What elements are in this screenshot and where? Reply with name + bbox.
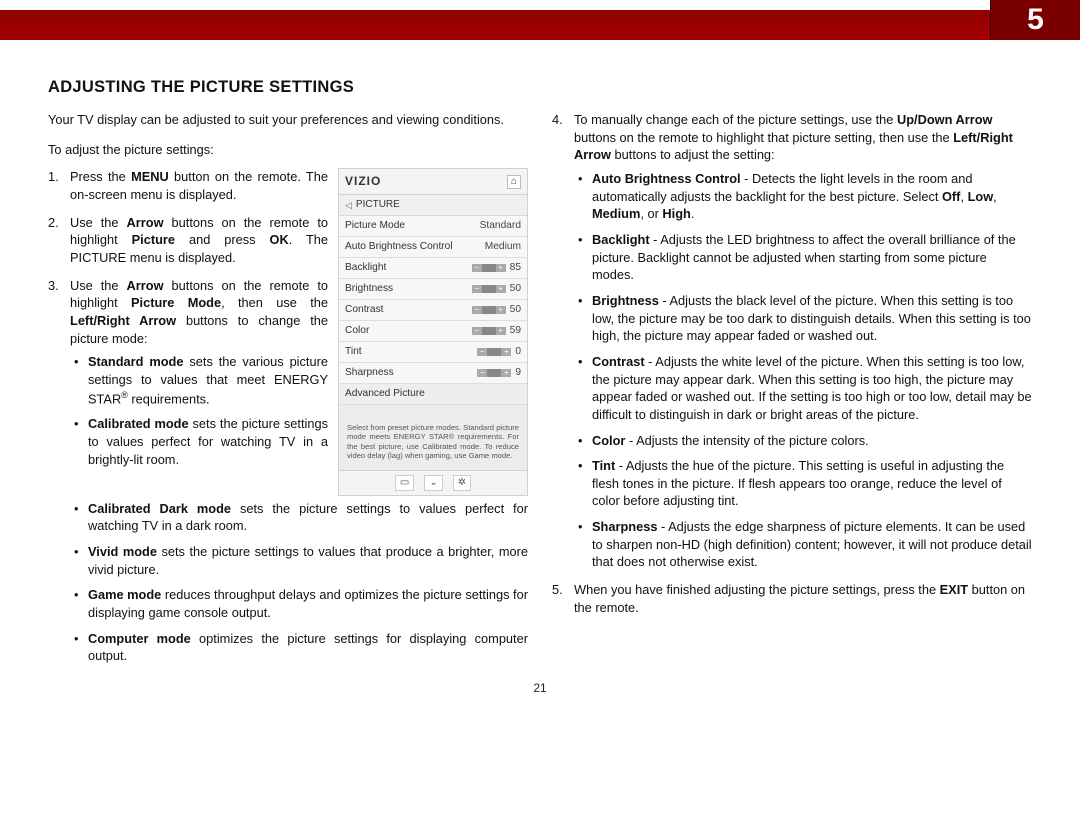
setting-sharpness: Sharpness - Adjusts the edge sharpness o… (574, 518, 1032, 571)
text: When you have finished adjusting the pic… (574, 582, 940, 597)
bold: Game mode (88, 587, 161, 602)
text: Use the (70, 278, 127, 293)
osd-footer-icon: ▭ (395, 475, 414, 491)
bold: Tint (592, 458, 615, 473)
text: , (993, 189, 997, 204)
left-ordered-steps: Press the MENU button on the remote. The… (48, 168, 528, 468)
right-column: To manually change each of the picture s… (552, 111, 1032, 673)
setting-color: Color - Adjusts the intensity of the pic… (574, 432, 1032, 450)
bold: EXIT (940, 582, 968, 597)
bold: MENU (131, 169, 169, 184)
text: - Adjusts the hue of the picture. This s… (592, 458, 1004, 508)
bold: Computer mode (88, 631, 191, 646)
setting-abc: Auto Brightness Control - Detects the li… (574, 170, 1032, 223)
setting-brightness: Brightness - Adjusts the black level of … (574, 292, 1032, 345)
bold: Off (942, 189, 960, 204)
text: buttons on the remote to highlight that … (574, 130, 953, 145)
osd-footer-icon: ✲ (453, 475, 471, 491)
text: - Adjusts the LED brightness to affect t… (592, 232, 1016, 282)
setting-contrast: Contrast - Adjusts the white level of th… (574, 353, 1032, 424)
bold: Vivid mode (88, 544, 157, 559)
bold: Low (968, 189, 994, 204)
step-3: Use the Arrow buttons on the remote to h… (48, 277, 528, 469)
mode-standard: Standard mode sets the various picture s… (70, 353, 528, 407)
mode-calibrated: Calibrated mode sets the picture setting… (70, 415, 528, 468)
left-column: Your TV display can be adjusted to suit … (48, 111, 528, 673)
header-red-bar (0, 10, 1080, 40)
step-1: Press the MENU button on the remote. The… (48, 168, 528, 203)
mode-calibrated-dark: Calibrated Dark mode sets the picture se… (70, 500, 528, 535)
setting-backlight: Backlight - Adjusts the LED brightness t… (574, 231, 1032, 284)
chapter-number-box: 5 (990, 0, 1080, 40)
text: Press the (70, 169, 131, 184)
right-ordered-steps: To manually change each of the picture s… (552, 111, 1032, 616)
bold: Brightness (592, 293, 659, 308)
text: - Adjusts the intensity of the picture c… (625, 433, 868, 448)
bold: Auto Brightness Control (592, 171, 741, 186)
text: . (691, 206, 695, 221)
osd-footer-icon: ⌄ (424, 475, 442, 491)
step-5: When you have finished adjusting the pic… (552, 581, 1032, 616)
picture-mode-list: Standard mode sets the various picture s… (70, 353, 528, 468)
intro-text: Your TV display can be adjusted to suit … (48, 111, 528, 129)
bold: Calibrated mode (88, 416, 189, 431)
setting-tint: Tint - Adjusts the hue of the picture. T… (574, 457, 1032, 510)
bold: Arrow (127, 278, 164, 293)
text: , then use the (221, 295, 328, 310)
text: Use the (70, 215, 127, 230)
text: , (960, 189, 967, 204)
bold: Picture Mode (131, 295, 221, 310)
osd-footer: ▭ ⌄ ✲ (339, 470, 527, 495)
bold: Left/Right Arrow (70, 313, 176, 328)
text: and press (175, 232, 269, 247)
bold: Color (592, 433, 625, 448)
text: To manually change each of the picture s… (574, 112, 897, 127)
bold: Up/Down Arrow (897, 112, 993, 127)
mode-computer: Computer mode optimizes the picture sett… (70, 630, 528, 665)
bold: Arrow (127, 215, 164, 230)
text: buttons to adjust the setting: (611, 147, 775, 162)
text: , or (640, 206, 662, 221)
bold: Picture (132, 232, 175, 247)
text: - Adjusts the edge sharpness of picture … (592, 519, 1032, 569)
two-column-layout: Your TV display can be adjusted to suit … (48, 111, 1032, 673)
mode-vivid: Vivid mode sets the picture settings to … (70, 543, 528, 578)
bold: Medium (592, 206, 640, 221)
text: requirements. (128, 391, 210, 406)
bold: Sharpness (592, 519, 657, 534)
picture-mode-list-cont: Calibrated Dark mode sets the picture se… (48, 500, 528, 665)
lead-text: To adjust the picture settings: (48, 141, 528, 159)
bold: Standard mode (88, 354, 183, 369)
text: - Adjusts the white level of the picture… (592, 354, 1032, 422)
sup: ® (121, 390, 128, 400)
page-body: ADJUSTING THE PICTURE SETTINGS Your TV d… (0, 40, 1080, 705)
footer-page-number: 21 (48, 681, 1032, 695)
settings-list: Auto Brightness Control - Detects the li… (574, 170, 1032, 571)
bold: Backlight (592, 232, 650, 247)
bold: Calibrated Dark mode (88, 501, 231, 516)
section-heading: ADJUSTING THE PICTURE SETTINGS (48, 78, 1032, 97)
top-bar: 5 (0, 0, 1080, 40)
step-4: To manually change each of the picture s… (552, 111, 1032, 571)
mode-game: Game mode reduces throughput delays and … (70, 586, 528, 621)
bold: OK (269, 232, 288, 247)
left-upper-wrap: VIZIO ⌂ ◁ PICTURE Picture Mode Standard (48, 168, 528, 501)
step-2: Use the Arrow buttons on the remote to h… (48, 214, 528, 267)
bold: High (662, 206, 690, 221)
bold: Contrast (592, 354, 645, 369)
